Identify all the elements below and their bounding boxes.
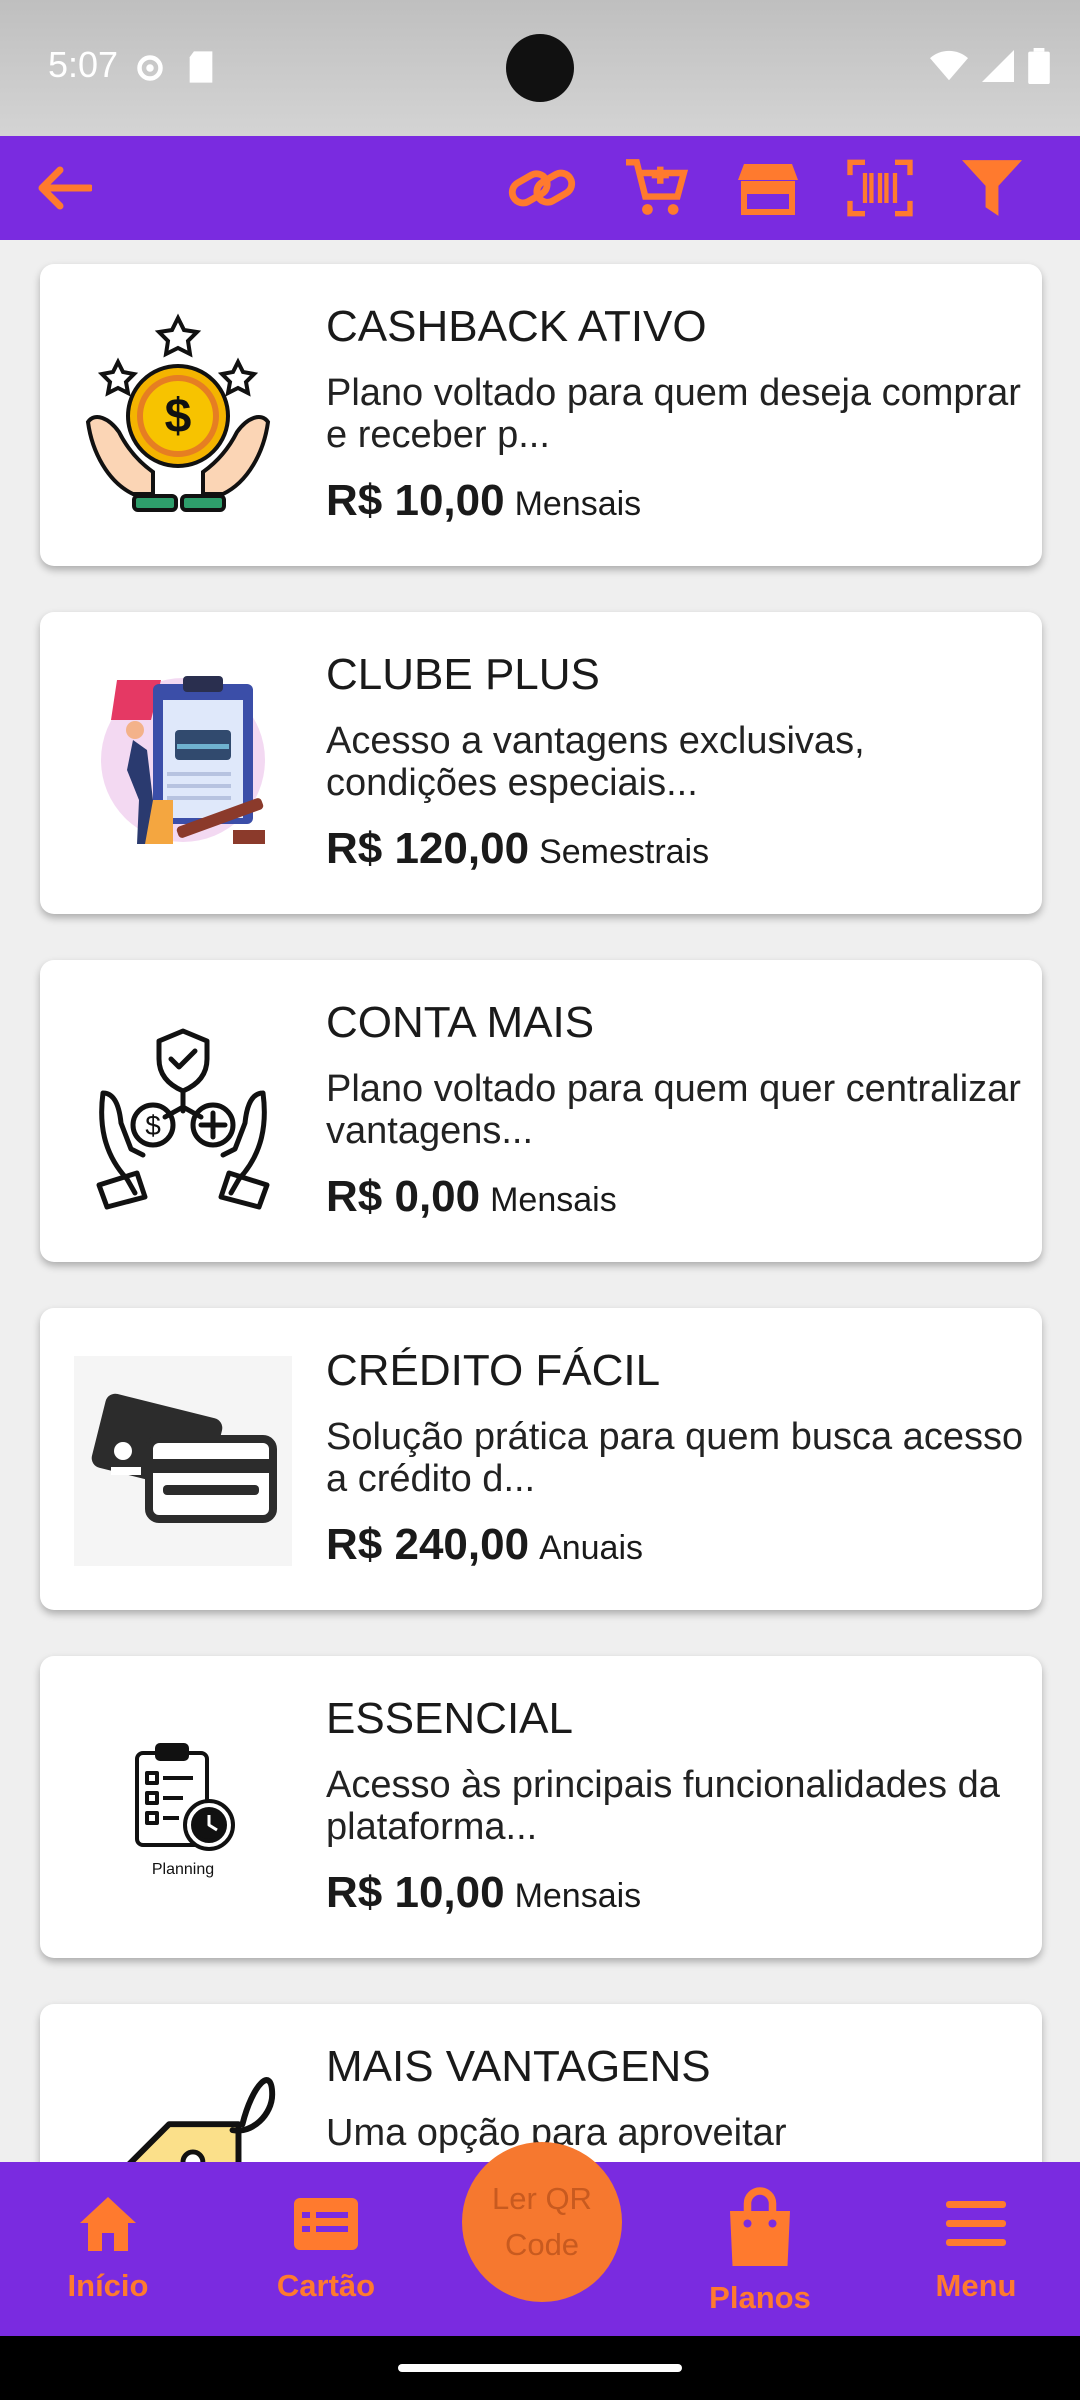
nav-label: Cartão [276,2268,376,2303]
nav-label: Menu [935,2268,1017,2303]
nav-inicio[interactable]: Início [38,2192,178,2304]
battery-icon [1028,48,1050,84]
plan-price: R$ 240,00 [326,1520,530,1569]
menu-icon [946,2201,1006,2246]
nav-planos[interactable]: Planos [690,2184,830,2316]
plan-title: CONTA MAIS [326,998,595,1047]
nav-label: Planos [709,2280,811,2315]
qr-code-button[interactable]: Ler QR Code [462,2142,622,2302]
plans-list[interactable]: $ CASHBACK ATIVO Plano voltado para quem… [0,240,1080,2162]
gesture-bar [0,2336,1080,2400]
sd-card-icon [189,51,213,83]
plan-period: Semestrais [539,833,710,871]
nav-label: Início [67,2268,149,2303]
wifi-icon [930,50,968,81]
filter-button[interactable] [954,150,1030,226]
price-tag-icon [74,2044,292,2162]
credit-cards-icon [74,1356,292,1566]
plan-price: R$ 10,00 [326,1868,505,1917]
store-button[interactable] [730,150,806,226]
plan-description: Solução prática para quem busca acesso a… [326,1416,1024,1500]
home-icon [80,2197,136,2251]
hands-shield-icon: $ [74,1008,292,1218]
cart-add-icon [626,159,689,215]
status-time: 5:07 [48,44,119,85]
plan-description: Plano voltado para quem quer centralizar… [326,1068,1021,1152]
planning-caption: Planning [151,1861,215,1878]
qr-label-line1: Ler QR [492,2181,592,2216]
filter-icon [962,160,1022,216]
front-camera [506,34,574,102]
plan-title: CASHBACK ATIVO [326,302,707,351]
home-gesture-handle[interactable] [398,2364,682,2372]
nav-cartao[interactable]: Cartão [256,2192,396,2304]
plan-card[interactable]: Planning ESSENCIAL Acesso às principais … [40,1656,1042,1958]
nav-menu[interactable]: Menu [906,2192,1046,2304]
plan-card[interactable]: $ CASHBACK ATIVO Plano voltado para quem… [40,264,1042,566]
plan-card[interactable]: $ CONTA MAIS Plano voltado para quem que… [40,960,1042,1262]
back-button[interactable] [26,150,102,226]
plan-period: Mensais [514,1877,642,1915]
top-toolbar [0,136,1080,240]
plan-period: Mensais [490,1181,617,1219]
plan-card[interactable]: MAIS VANTAGENS Uma opção para aproveitar [40,2004,1042,2162]
plan-description: Plano voltado para quem deseja comprar e… [326,372,1021,456]
barcode-scan-icon [847,159,913,217]
cashback-coin-icon: $ [74,312,292,522]
plan-period: Mensais [514,485,642,523]
plan-title: ESSENCIAL [326,1694,573,1743]
svg-text:$: $ [145,1110,161,1141]
plan-description: Uma opção para aproveitar [326,2112,787,2154]
signal-icon [982,50,1014,82]
svg-text:$: $ [165,390,192,443]
plan-price: R$ 10,00 [326,476,505,525]
plan-card[interactable]: CLUBE PLUS Acesso a vantagens exclusivas… [40,612,1042,914]
plan-card[interactable]: CRÉDITO FÁCIL Solução prática para quem … [40,1308,1042,1610]
plan-description: Acesso às principais funcionalidades da … [326,1764,1000,1848]
back-arrow-icon [38,166,92,210]
cart-add-button[interactable] [618,150,694,226]
plan-title: CRÉDITO FÁCIL [326,1346,661,1395]
status-bar: 5:07 [0,0,1080,136]
plan-period: Anuais [539,1529,644,1567]
link-icon [508,169,576,207]
plan-price: R$ 0,00 [326,1172,481,1221]
qr-label-line2: Code [504,2227,580,2262]
planning-clipboard-icon: Planning [74,1704,292,1914]
barcode-scan-button[interactable] [842,150,918,226]
plan-title: CLUBE PLUS [326,650,600,699]
shopping-bag-icon [730,2187,790,2266]
plan-title: MAIS VANTAGENS [326,2042,711,2091]
plan-description: Acesso a vantagens exclusivas, condições… [326,720,865,804]
club-illustration-icon [74,660,292,870]
link-button[interactable] [504,150,580,226]
settings-icon [137,55,163,81]
store-icon [738,164,798,215]
plan-price: R$ 120,00 [326,824,530,873]
card-icon [294,2198,358,2250]
